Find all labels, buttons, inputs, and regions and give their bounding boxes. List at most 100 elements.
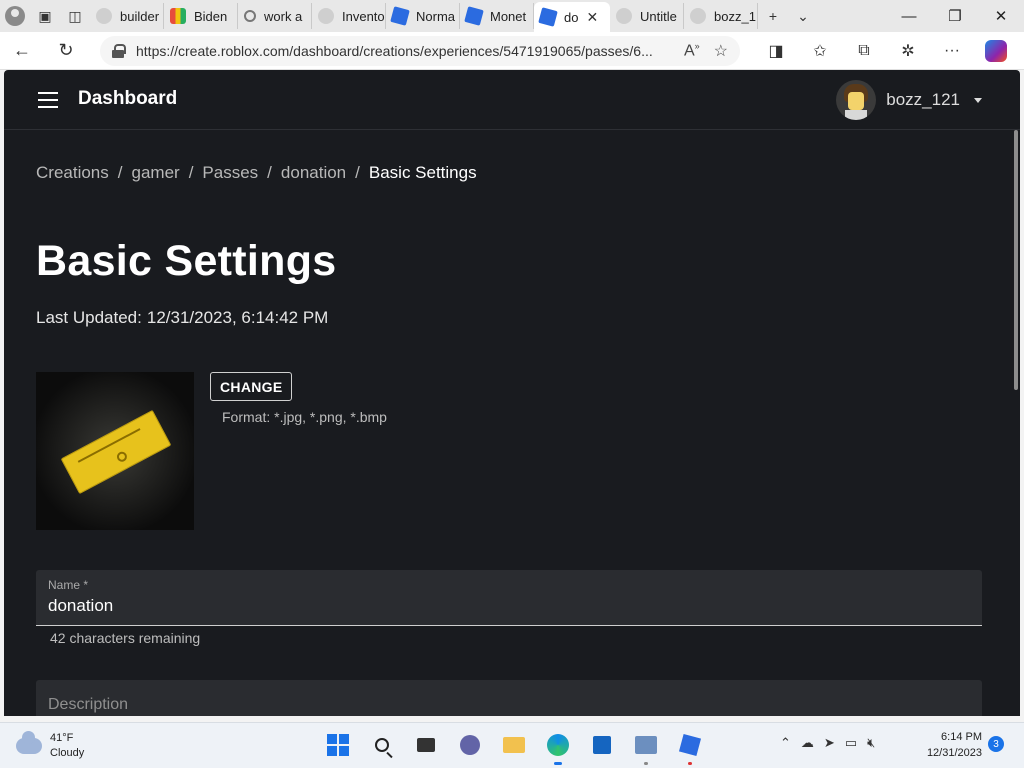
- edge-icon: [547, 734, 569, 756]
- browser-tab[interactable]: Invento: [312, 3, 386, 29]
- edge-button[interactable]: [542, 729, 574, 765]
- new-tab-button[interactable]: +: [758, 0, 788, 32]
- ticket-icon: [60, 409, 172, 495]
- back-button[interactable]: ←: [0, 32, 44, 70]
- breadcrumb-item[interactable]: Creations: [36, 163, 109, 183]
- split-screen-icon: ◨: [768, 42, 784, 60]
- user-menu[interactable]: bozz_121: [836, 80, 982, 120]
- pass-thumbnail: [36, 372, 194, 530]
- search-button[interactable]: [366, 729, 398, 761]
- browser-tab-strip: ▣ ◫ builder Biden work a Invento Norma Monet d…: [0, 0, 1024, 32]
- tab-label: Monet: [490, 8, 527, 24]
- roblox-studio-button[interactable]: [674, 729, 706, 765]
- lock-icon: [112, 43, 126, 58]
- tab-list-dropdown[interactable]: ⌄: [788, 0, 818, 32]
- favicon-icon: [96, 8, 112, 24]
- windows-icon: [327, 734, 349, 756]
- close-icon: ✕: [994, 8, 1008, 25]
- browser-tab[interactable]: Untitle: [610, 3, 684, 29]
- roblox-icon: [678, 733, 702, 757]
- description-label: Description: [48, 696, 129, 713]
- show-hidden-icons-icon[interactable]: ⌃: [780, 735, 791, 751]
- tab-label: work a: [264, 8, 303, 24]
- extensions-button[interactable]: ✲: [886, 32, 930, 70]
- refresh-button[interactable]: ↻: [44, 32, 88, 70]
- name-helper-text: 42 characters remaining: [50, 630, 201, 646]
- start-button[interactable]: [322, 729, 354, 761]
- back-arrow-icon: ←: [13, 40, 31, 60]
- favorites-button[interactable]: ✩: [798, 32, 842, 70]
- last-updated: Last Updated: 12/31/2023, 6:14:42 PM: [36, 308, 982, 328]
- collections-button[interactable]: ⧉: [842, 32, 886, 70]
- username[interactable]: bozz_121: [886, 90, 960, 110]
- description-field[interactable]: Description: [36, 680, 982, 716]
- copilot-button[interactable]: [974, 32, 1018, 70]
- minimize-icon: —: [901, 7, 917, 25]
- browser-tab[interactable]: builder: [90, 3, 164, 29]
- favicon-icon: [170, 8, 186, 24]
- file-explorer-button[interactable]: [498, 729, 530, 761]
- split-screen-button[interactable]: ◨: [754, 32, 798, 70]
- tab-actions-button[interactable]: ◫: [60, 0, 90, 32]
- browser-tab[interactable]: work a: [238, 3, 312, 29]
- plus-icon: +: [768, 8, 778, 24]
- workspaces-button[interactable]: ▣: [30, 0, 60, 32]
- weather-widget[interactable]: 41°F Cloudy: [16, 731, 84, 761]
- browser-tab[interactable]: bozz_1: [684, 3, 758, 29]
- caret-down-icon[interactable]: [974, 97, 982, 103]
- favicon-icon: [690, 8, 706, 24]
- store-icon: [593, 736, 611, 754]
- browser-tab[interactable]: do ✕: [534, 2, 610, 32]
- dashboard-title[interactable]: Dashboard: [78, 88, 177, 110]
- folder-icon: [503, 737, 525, 753]
- teams-button[interactable]: [454, 729, 486, 761]
- onedrive-icon[interactable]: ☁: [801, 735, 814, 751]
- breadcrumb-item[interactable]: Passes: [202, 163, 258, 183]
- tab-label: Invento: [342, 8, 385, 24]
- photos-button[interactable]: [630, 729, 662, 765]
- breadcrumb-separator: /: [355, 163, 360, 182]
- store-button[interactable]: [586, 729, 618, 761]
- change-image-button[interactable]: CHANGE: [210, 372, 293, 401]
- page-scrollbar[interactable]: [1012, 130, 1020, 716]
- name-input[interactable]: donation: [48, 596, 970, 616]
- muted-speaker-icon[interactable]: 🔇︎: [867, 735, 875, 751]
- name-field[interactable]: Name * donation: [36, 570, 982, 626]
- breadcrumb-item[interactable]: gamer: [132, 163, 180, 183]
- avatar[interactable]: [836, 80, 877, 120]
- close-window-button[interactable]: ✕: [978, 0, 1024, 32]
- task-view-button[interactable]: [410, 729, 442, 761]
- menu-button[interactable]: [38, 92, 58, 108]
- minimize-button[interactable]: —: [886, 0, 932, 32]
- tab-label: bozz_1: [714, 8, 756, 24]
- clock[interactable]: 6:14 PM 12/31/2023: [920, 729, 982, 761]
- tab-label: Norma: [416, 8, 456, 24]
- location-icon[interactable]: ➤: [824, 735, 835, 751]
- page-title: Basic Settings: [36, 237, 337, 285]
- display-icon[interactable]: ▭: [845, 735, 857, 751]
- close-tab-icon[interactable]: ✕: [586, 9, 598, 26]
- search-icon: [244, 10, 256, 22]
- scroll-thumb[interactable]: [1014, 130, 1018, 390]
- system-tray: ⌃ ☁ ➤ ▭ 🔇︎: [780, 735, 875, 751]
- url-field[interactable]: https://create.roblox.com/dashboard/crea…: [100, 35, 740, 66]
- tab-label: builder: [120, 8, 160, 24]
- tab-label: Biden: [194, 8, 228, 24]
- search-icon: [375, 738, 389, 752]
- notification-badge[interactable]: 3: [988, 736, 1004, 752]
- maximize-button[interactable]: ❐: [932, 0, 978, 32]
- more-button[interactable]: ···: [930, 32, 974, 70]
- browser-tab[interactable]: Biden: [164, 3, 238, 29]
- tab-label: do: [564, 9, 579, 25]
- last-updated-value: 12/31/2023, 6:14:42 PM: [146, 308, 329, 327]
- breadcrumb-item[interactable]: donation: [281, 163, 346, 183]
- extension-icon: ✲: [901, 42, 915, 60]
- browser-tab[interactable]: Monet: [460, 3, 534, 29]
- browser-tab[interactable]: Norma: [386, 3, 460, 29]
- tab-list: builder Biden work a Invento Norma Monet do ✕ Un…: [90, 0, 758, 32]
- breadcrumb: Creations / gamer / Passes / donation / Basic Se…: [36, 163, 982, 183]
- profile-button[interactable]: [0, 0, 30, 32]
- favorite-star-icon[interactable]: ☆: [714, 41, 728, 61]
- last-updated-label: Last Updated:: [36, 308, 142, 327]
- read-aloud-icon[interactable]: A»: [684, 41, 700, 61]
